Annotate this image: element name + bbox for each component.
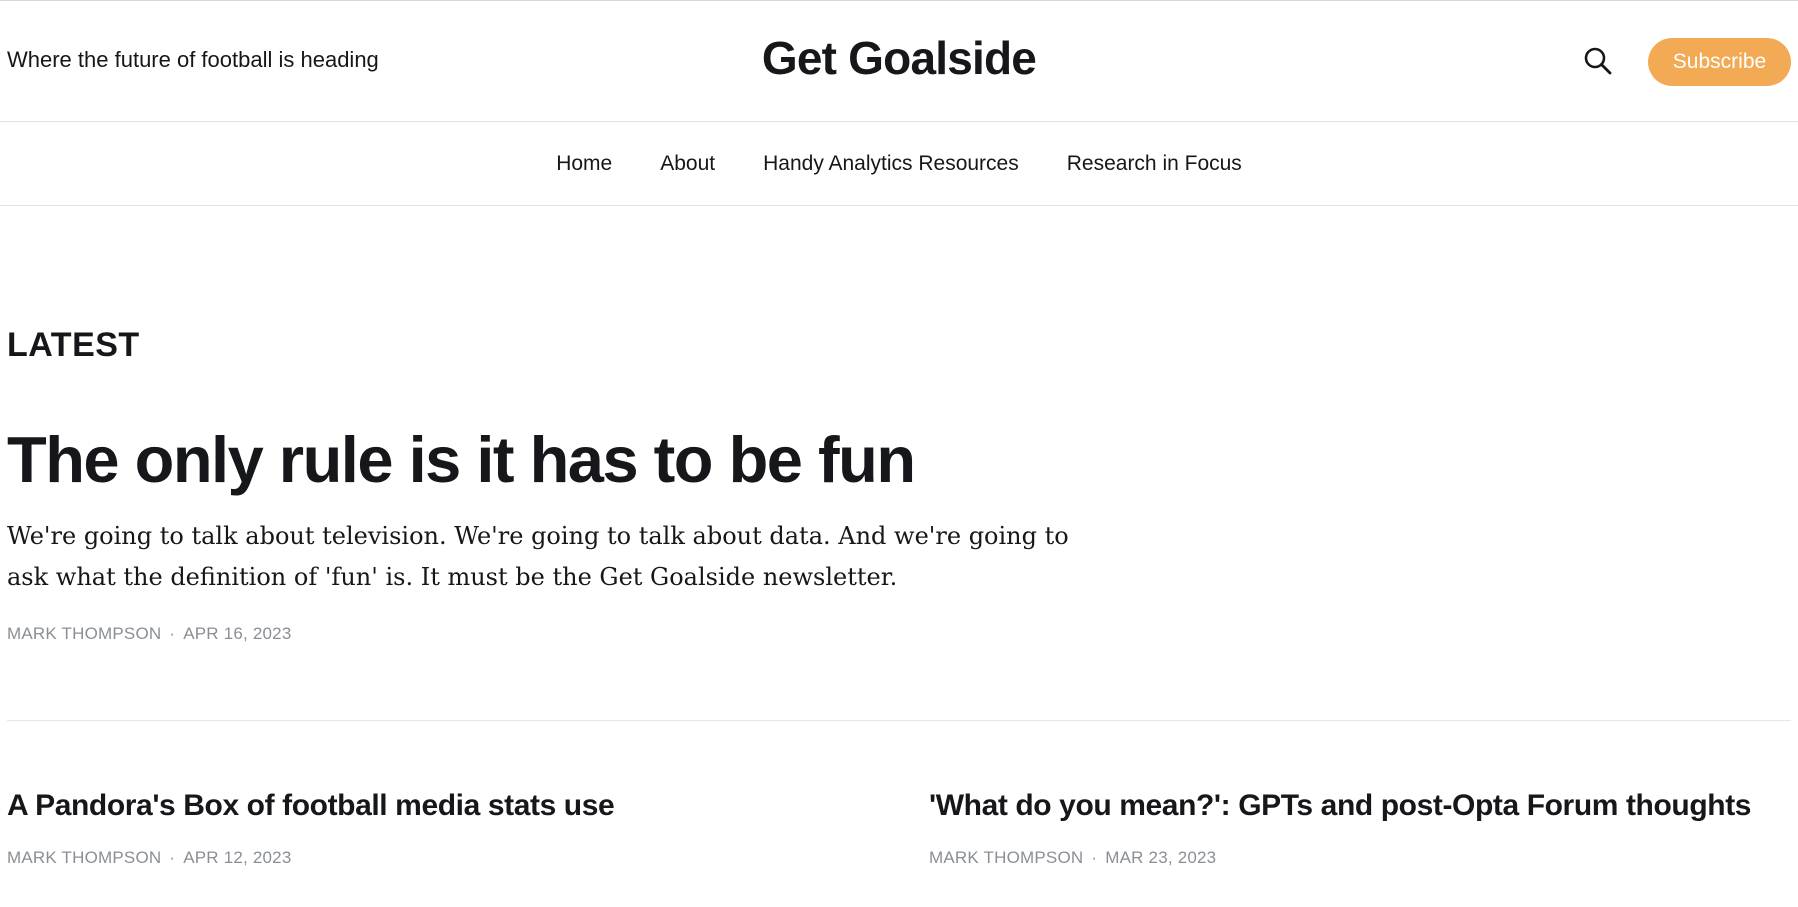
nav-item-handy-analytics-resources[interactable]: Handy Analytics Resources: [763, 152, 1019, 176]
site-title[interactable]: Get Goalside: [0, 31, 1798, 85]
masthead: Where the future of football is heading …: [0, 1, 1798, 122]
featured-post-meta: MARK THOMPSON · APR 16, 2023: [7, 624, 292, 644]
nav-item-about[interactable]: About: [660, 152, 715, 176]
post-author: MARK THOMPSON: [7, 848, 162, 867]
nav-item-research-in-focus[interactable]: Research in Focus: [1067, 152, 1242, 176]
post-date: APR 16, 2023: [183, 624, 292, 643]
main-navigation: Home About Handy Analytics Resources Res…: [0, 122, 1798, 206]
meta-separator: ·: [169, 848, 176, 867]
subscribe-button[interactable]: Subscribe: [1648, 38, 1791, 86]
post-date: MAR 23, 2023: [1105, 848, 1217, 867]
meta-separator: ·: [1091, 848, 1098, 867]
featured-post-excerpt: We're going to talk about television. We…: [7, 522, 1069, 591]
search-icon[interactable]: [1582, 45, 1614, 77]
post-author: MARK THOMPSON: [7, 624, 162, 643]
section-divider: [7, 720, 1791, 721]
featured-post-title[interactable]: The only rule is it has to be fun: [7, 422, 916, 497]
nav-item-home[interactable]: Home: [556, 152, 612, 176]
section-heading-latest: LATEST: [7, 326, 140, 364]
post-date: APR 12, 2023: [183, 848, 292, 867]
meta-separator: ·: [169, 624, 176, 643]
post-author: MARK THOMPSON: [929, 848, 1084, 867]
post-card-meta: MARK THOMPSON · APR 12, 2023: [7, 848, 292, 868]
post-card-title[interactable]: 'What do you mean?': GPTs and post-Opta …: [929, 789, 1751, 823]
post-card-title[interactable]: A Pandora's Box of football media stats …: [7, 789, 615, 823]
post-card-meta: MARK THOMPSON · MAR 23, 2023: [929, 848, 1216, 868]
